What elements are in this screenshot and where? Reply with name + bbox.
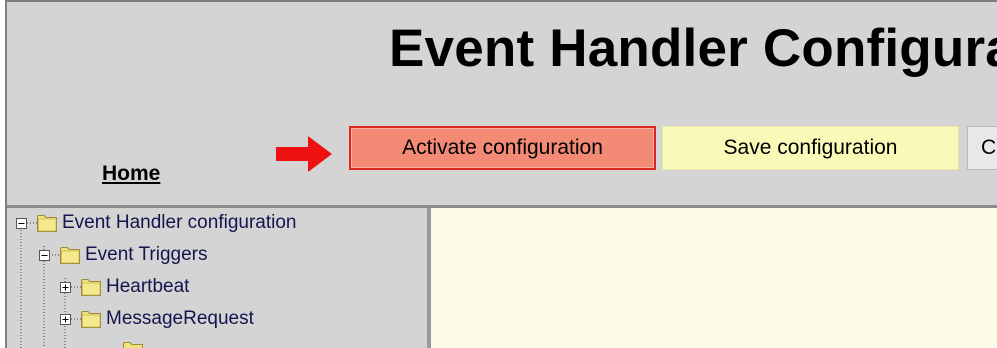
tree-item-messagerequest[interactable]: MessageRequest — [60, 307, 254, 331]
minus-box-icon[interactable] — [16, 217, 27, 229]
folder-icon — [123, 342, 143, 348]
tree-item-label: Event Triggers — [85, 244, 208, 265]
header-panel: Event Handler Configuration Home Activat… — [7, 2, 997, 205]
tree-item-label: MessageRequest — [106, 308, 254, 329]
plus-box-icon[interactable] — [60, 281, 71, 293]
content-pane — [431, 208, 997, 348]
app-frame: Event Handler Configuration Home Activat… — [5, 0, 997, 348]
tree-item-label: Heartbeat — [106, 276, 190, 297]
activate-configuration-button[interactable]: Activate configuration — [349, 126, 656, 170]
plus-box-icon[interactable] — [60, 313, 71, 325]
save-configuration-button[interactable]: Save configuration — [662, 126, 959, 170]
third-toolbar-button-label: C — [981, 136, 997, 159]
tree-item-heartbeat[interactable]: Heartbeat — [60, 275, 189, 299]
tree-item-event-handler-configuration[interactable]: Event Handler configuration — [16, 211, 296, 235]
folder-icon — [60, 246, 80, 264]
folder-icon — [81, 310, 101, 328]
tree-item-label: Event Handler configuration — [62, 212, 297, 233]
save-configuration-label: Save configuration — [723, 136, 898, 159]
activate-configuration-label: Activate configuration — [402, 136, 603, 159]
minus-box-icon[interactable] — [39, 249, 50, 261]
folder-icon — [81, 278, 101, 296]
tree-item-event-triggers[interactable]: Event Triggers — [39, 243, 208, 267]
folder-icon — [37, 214, 57, 232]
red-arrow-right-icon — [276, 136, 332, 172]
third-toolbar-button[interactable]: C — [967, 126, 997, 170]
page-title: Event Handler Configuration — [389, 19, 997, 78]
home-link[interactable]: Home — [102, 162, 160, 186]
tree-pane: Event Handler configuration Event Trigge… — [7, 208, 427, 348]
